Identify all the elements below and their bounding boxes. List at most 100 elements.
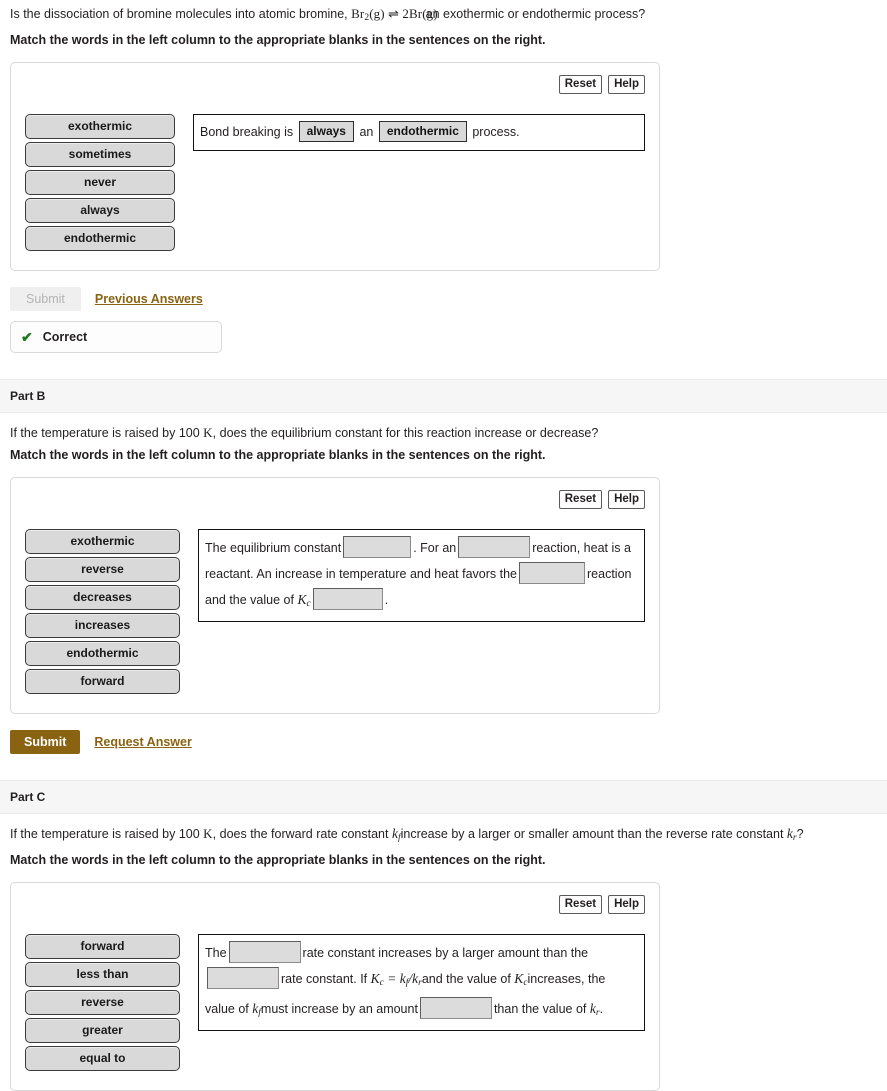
part-a-submit-row: Submit Previous Answers — [0, 277, 887, 311]
word-chip[interactable]: decreases — [25, 585, 180, 610]
sentence-text: . — [384, 593, 389, 607]
answer-slot-blank[interactable] — [228, 941, 301, 963]
sentence-text: . — [599, 1002, 604, 1016]
word-chip[interactable]: forward — [25, 669, 180, 694]
part-a-question-post: an exothermic or endothermic process? — [425, 7, 646, 21]
word-chip[interactable]: reverse — [25, 557, 180, 582]
answer-slot-blank[interactable] — [343, 536, 412, 558]
word-chip[interactable]: exothermic — [25, 529, 180, 554]
part-b-instruction: Match the words in the left column to th… — [10, 448, 546, 462]
sentence-text: must increase by an amount — [260, 1002, 418, 1016]
part-b-question-pre: If the temperature is raised by 100 — [10, 426, 204, 440]
reset-button[interactable]: Reset — [558, 895, 603, 914]
word-chip[interactable]: exothermic — [25, 114, 175, 139]
part-c-question-mid: , does the forward rate constant — [212, 827, 392, 841]
reset-button[interactable]: Reset — [558, 490, 603, 509]
sentence-text: an — [359, 125, 374, 139]
part-b-tools: Reset Help — [25, 490, 645, 509]
submit-button[interactable]: Submit — [10, 287, 81, 311]
help-button[interactable]: Help — [608, 75, 645, 94]
word-chip[interactable]: increases — [25, 613, 180, 638]
part-a-word-bank: exothermic sometimes never always endoth… — [25, 114, 175, 254]
part-b-sentence-wrap: The equilibrium constant. For an reaction… — [198, 529, 645, 622]
part-a-tools: Reset Help — [25, 75, 645, 94]
word-chip[interactable]: sometimes — [25, 142, 175, 167]
word-chip[interactable]: forward — [25, 934, 180, 959]
request-answer-link[interactable]: Request Answer — [94, 735, 191, 749]
help-button[interactable]: Help — [608, 490, 645, 509]
answer-slot-blank[interactable] — [207, 967, 279, 989]
part-c-question: If the temperature is raised by 100 K, d… — [0, 814, 887, 848]
part-c-tools: Reset Help — [25, 895, 645, 914]
part-c-question-mid2: increase by a larger or smaller amount t… — [400, 827, 787, 841]
word-chip[interactable]: endothermic — [25, 641, 180, 666]
part-b-question-post: , does the equilibrium constant for this… — [212, 426, 599, 440]
word-chip[interactable]: endothermic — [25, 226, 175, 251]
word-chip[interactable]: never — [25, 170, 175, 195]
part-b-submit-row: Submit Request Answer — [0, 720, 887, 754]
kr-symbol: kr — [786, 826, 797, 843]
kf-symbol: kf — [252, 1001, 261, 1018]
sentence-text: rate constant increases by a larger amou… — [302, 946, 589, 960]
answer-slot-blank[interactable] — [519, 562, 585, 584]
part-c-body: forward less than reverse greater equal … — [25, 928, 645, 1074]
answer-slot-filled[interactable]: endothermic — [378, 121, 467, 142]
part-c-panel: Reset Help forward less than reverse gre… — [10, 882, 660, 1091]
assignment-page: Is the dissociation of bromine molecules… — [0, 0, 887, 1091]
part-b-panel: Reset Help exothermic reverse decreases … — [10, 477, 660, 714]
kc-symbol: Kc — [297, 592, 311, 609]
part-c-sentence: The rate constant increases by a larger a… — [198, 934, 645, 1031]
part-b-header: Part B — [0, 379, 887, 413]
kc-symbol: Kc — [514, 971, 528, 988]
part-b-section: Part B If the temperature is raised by 1… — [0, 379, 887, 780]
word-chip[interactable]: less than — [25, 962, 180, 987]
part-c-header: Part C — [0, 780, 887, 814]
part-a-body: exothermic sometimes never always endoth… — [25, 108, 645, 254]
answer-slot-blank[interactable] — [419, 997, 492, 1019]
sentence-text: rate constant. If — [281, 972, 368, 986]
part-a-sentence: Bond breaking is always an endothermic p… — [193, 114, 645, 151]
part-a-question-pre: Is the dissociation of bromine molecules… — [10, 7, 352, 21]
part-c-sentence-wrap: The rate constant increases by a larger a… — [198, 934, 645, 1031]
part-b-sentence: The equilibrium constant. For an reaction… — [198, 529, 645, 622]
part-a-sentence-wrap: Bond breaking is always an endothermic p… — [193, 114, 645, 151]
sentence-text: The equilibrium constant — [205, 541, 342, 555]
submit-button[interactable]: Submit — [10, 730, 81, 754]
sentence-text: Bond breaking is — [200, 125, 294, 139]
word-chip[interactable]: always — [25, 198, 175, 223]
kf-symbol: kf — [391, 826, 401, 843]
sentence-text: process. — [472, 125, 520, 139]
sentence-text: The — [205, 946, 227, 960]
sentence-text: . For an — [413, 541, 457, 555]
part-a-feedback: ✔ Correct — [10, 321, 222, 353]
part-c-instruction: Match the words in the left column to th… — [10, 853, 546, 867]
part-a-instruction: Match the words in the left column to th… — [10, 33, 546, 47]
part-a-equation: Br2(g) ⇌ 2Br(g) — [351, 6, 438, 23]
kc-equals-kf-over-kr-symbol: Kc = kf/kr — [370, 971, 422, 988]
answer-slot-filled[interactable]: always — [298, 121, 354, 142]
word-chip[interactable]: equal to — [25, 1046, 180, 1071]
part-c-word-bank: forward less than reverse greater equal … — [25, 934, 180, 1074]
answer-slot-blank[interactable] — [458, 536, 531, 558]
previous-answers-link[interactable]: Previous Answers — [95, 292, 203, 306]
reset-button[interactable]: Reset — [558, 75, 603, 94]
word-chip[interactable]: greater — [25, 1018, 180, 1043]
part-b-body: exothermic reverse decreases increases e… — [25, 523, 645, 697]
part-c-question-pre: If the temperature is raised by 100 — [10, 827, 204, 841]
answer-slot-blank[interactable] — [312, 588, 383, 610]
kr-symbol: kr — [589, 1001, 600, 1018]
part-a-question: Is the dissociation of bromine molecules… — [0, 0, 887, 28]
help-button[interactable]: Help — [608, 895, 645, 914]
word-chip[interactable]: reverse — [25, 990, 180, 1015]
part-c-section: Part C If the temperature is raised by 1… — [0, 780, 887, 1091]
temperature-unit: K — [203, 826, 213, 841]
part-a-section: Is the dissociation of bromine molecules… — [0, 0, 887, 379]
part-b-question: If the temperature is raised by 100 K, d… — [0, 413, 887, 443]
temperature-unit: K — [203, 425, 213, 440]
part-c-question-post: ? — [796, 827, 804, 841]
sentence-text: and the value of — [421, 972, 511, 986]
sentence-text: than the value of — [493, 1002, 587, 1016]
part-b-word-bank: exothermic reverse decreases increases e… — [25, 529, 180, 697]
